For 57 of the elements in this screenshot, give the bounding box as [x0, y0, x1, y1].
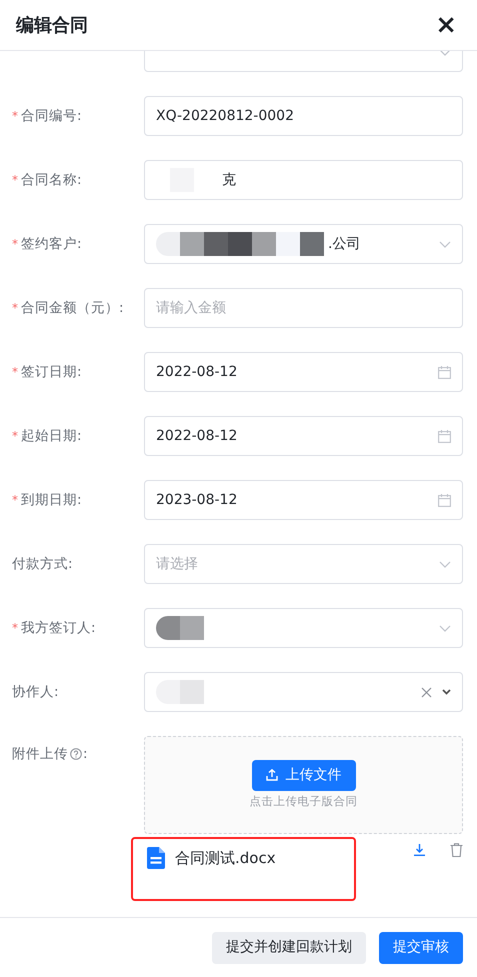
field-label: 签约客户:	[21, 234, 82, 254]
date-field[interactable]: 2022-08-12	[144, 416, 463, 456]
help-icon	[70, 748, 82, 760]
required-asterisk: *	[12, 428, 18, 445]
field-label: 附件上传	[12, 745, 68, 764]
field-label: 我方签订人:	[21, 618, 96, 638]
upload-button[interactable]: 上传文件	[252, 760, 356, 791]
field-value: 2023-08-12	[156, 490, 238, 510]
file-item[interactable]: 合同测试.docx	[131, 837, 356, 901]
upload-hint: 点击上传电子版合同	[250, 792, 358, 810]
upload-area[interactable]: 上传文件 点击上传电子版合同	[144, 736, 463, 834]
document-icon	[147, 847, 165, 869]
field-label: 合同金额（元）:	[21, 298, 124, 318]
text-field[interactable]: XQ-20220812-0002	[144, 96, 463, 136]
clear-icon[interactable]	[421, 686, 432, 698]
trash-icon[interactable]	[450, 843, 463, 857]
field-label: 合同编号:	[21, 106, 82, 126]
required-asterisk: *	[12, 236, 18, 253]
field-value: 2022-08-12	[156, 362, 238, 382]
select-field[interactable]: .公司	[144, 224, 463, 264]
calendar-icon	[438, 494, 451, 506]
dialog-title: 编辑合同	[16, 14, 88, 38]
chevron-icon	[439, 240, 451, 248]
submit-and-plan-button[interactable]: 提交并创建回款计划	[212, 932, 366, 964]
field-value: 克	[222, 170, 237, 190]
field-label: 付款方式:	[12, 554, 73, 574]
select-field[interactable]	[144, 608, 463, 648]
field-value: 请选择	[156, 554, 199, 574]
field-value: .公司	[328, 234, 362, 254]
close-button[interactable]: ×	[431, 12, 461, 38]
field-label: :	[83, 745, 88, 764]
field-value: 请输入金额	[156, 298, 227, 318]
field-label: 协作人:	[12, 682, 59, 702]
field-label: 起始日期:	[21, 426, 82, 446]
date-field[interactable]: 2023-08-12	[144, 480, 463, 520]
required-asterisk: *	[12, 492, 18, 509]
field-label: 到期日期:	[21, 490, 82, 510]
calendar-icon	[438, 430, 451, 442]
upload-icon	[266, 769, 278, 782]
text-field[interactable]: 克	[144, 160, 463, 200]
field-value: XQ-20220812-0002	[156, 106, 295, 126]
required-asterisk: *	[12, 620, 18, 637]
submit-button[interactable]: 提交审核	[379, 932, 463, 964]
required-asterisk: *	[12, 108, 18, 125]
date-field[interactable]: 2022-08-12	[144, 352, 463, 392]
required-asterisk: *	[12, 364, 18, 381]
field-label: 合同名称:	[21, 170, 82, 190]
chevron-icon	[439, 624, 451, 632]
field-value: 2022-08-12	[156, 426, 238, 446]
calendar-icon	[438, 366, 451, 378]
required-asterisk: *	[12, 300, 18, 317]
download-icon[interactable]	[413, 843, 426, 857]
chevron-icon	[439, 560, 451, 568]
select-field[interactable]	[144, 672, 463, 712]
field-label: 签订日期:	[21, 362, 82, 382]
required-asterisk: *	[12, 172, 18, 189]
caret-icon	[442, 689, 451, 695]
